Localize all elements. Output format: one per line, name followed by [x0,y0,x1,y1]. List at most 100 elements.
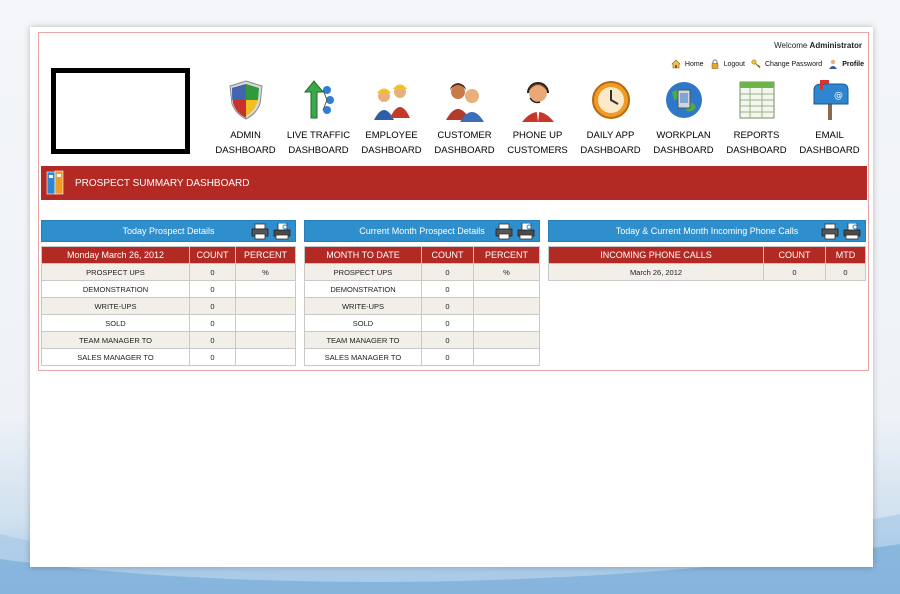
panel-header: Today Prospect Details [41,220,296,242]
count-cell: 0 [189,297,236,315]
printer-icon[interactable] [495,223,513,240]
row-label: SALES MANAGER TO [304,348,422,366]
company-logo-redacted [51,68,190,154]
headset-agent-icon [521,82,554,122]
percent-cell [235,348,296,366]
home-link[interactable]: Home [671,59,704,69]
nav-customer-dashboard[interactable]: CUSTOMER DASHBOARD [428,78,501,158]
lock-icon [711,59,718,69]
percent-cell [235,297,296,315]
count-cell: 0 [421,297,474,315]
logout-link[interactable]: Logout [710,59,745,69]
current-month-prospect-table: MONTH TO DATE COUNT PERCENT PROSPECT UPS… [304,246,540,366]
table-row: WRITE-UPS 0 [304,297,540,315]
dashboard-nav: ADMIN DASHBOARD LIVE TRAFFIC DASHBOARD E… [209,78,866,158]
nav-label: EMAIL DASHBOARD [799,130,860,156]
row-label: WRITE-UPS [41,297,190,315]
count-cell: 0 [189,348,236,366]
nav-reports-dashboard[interactable]: REPORTS DASHBOARD [720,78,793,158]
welcome-prefix: Welcome [774,41,808,50]
row-label: TEAM MANAGER TO [41,331,190,349]
top-links: Home Logout Change Password Profile [665,59,864,69]
network-arrow-icon [303,80,334,119]
svg-text:@: @ [834,91,843,101]
percent-cell [235,331,296,349]
table-row: March 26, 2012 0 0 [548,263,866,281]
nav-daily-app-dashboard[interactable]: DAILY APP DASHBOARD [574,78,647,158]
count-cell: 0 [421,348,474,366]
workers-icon [373,84,410,120]
clock-icon [591,81,630,119]
row-label: SALES MANAGER TO [41,348,190,366]
count-cell: 0 [189,331,236,349]
table-row: PROSPECT UPS 0% [304,263,540,281]
nav-label: REPORTS DASHBOARD [726,130,787,156]
nav-label: EMPLOYEE DASHBOARD [361,130,422,156]
column-header: Monday March 26, 2012 [41,246,190,264]
home-icon [671,59,681,69]
page-title: PROSPECT SUMMARY DASHBOARD [75,177,250,189]
print-preview-icon[interactable] [273,223,291,240]
current-month-prospect-panel: Current Month Prospect Details MONTH TO … [304,220,540,366]
binders-icon [46,170,64,195]
table-row: DEMONSTRATION 0 [304,280,540,298]
table-row: TEAM MANAGER TO 0 [304,331,540,349]
nav-label: CUSTOMER DASHBOARD [434,130,495,156]
table-header-row: INCOMING PHONE CALLS COUNT MTD [548,246,866,264]
percent-cell [473,297,540,315]
table-header-row: Monday March 26, 2012 COUNT PERCENT [41,246,296,264]
count-cell: 0 [421,331,474,349]
printer-icon[interactable] [821,223,839,240]
count-cell: 0 [421,263,474,281]
count-cell: 0 [421,280,474,298]
count-cell: 0 [189,263,236,281]
profile-link[interactable]: Profile [828,59,864,69]
percent-cell [473,314,540,332]
print-preview-icon[interactable] [517,223,535,240]
table-row: TEAM MANAGER TO 0 [41,331,296,349]
column-header: COUNT [189,246,236,264]
percent-cell [473,331,540,349]
panel-header: Today & Current Month Incoming Phone Cal… [548,220,866,242]
key-icon [751,59,761,69]
nav-label: ADMIN DASHBOARD [215,130,276,156]
mailbox-icon: @ [813,80,848,120]
print-preview-icon[interactable] [843,223,861,240]
today-prospect-panel: Today Prospect Details Monday March 26, … [41,220,296,366]
nav-label: LIVE TRAFFIC DASHBOARD [286,130,351,156]
percent-cell [235,314,296,332]
count-cell: 0 [763,263,826,281]
nav-email-dashboard[interactable]: @ EMAIL DASHBOARD [793,78,866,158]
panel-actions [247,223,291,240]
panel-actions [491,223,535,240]
spreadsheet-icon [739,81,774,119]
percent-cell [235,280,296,298]
table-row: PROSPECT UPS 0% [41,263,296,281]
nav-live-traffic-dashboard[interactable]: LIVE TRAFFIC DASHBOARD [282,78,355,158]
count-cell: 0 [189,280,236,298]
nav-admin-dashboard[interactable]: ADMIN DASHBOARD [209,78,282,158]
nav-phone-up-customers[interactable]: PHONE UP CUSTOMERS [501,78,574,158]
profile-link-label: Profile [842,60,864,68]
nav-workplan-dashboard[interactable]: WORKPLAN DASHBOARD [647,78,720,158]
column-header: COUNT [421,246,474,264]
home-link-label: Home [684,60,704,68]
date-cell: March 26, 2012 [548,263,764,281]
row-label: SOLD [41,314,190,332]
column-header: MONTH TO DATE [304,246,422,264]
incoming-phone-calls-table: INCOMING PHONE CALLS COUNT MTD March 26,… [548,246,866,281]
table-row: DEMONSTRATION 0 [41,280,296,298]
column-header: INCOMING PHONE CALLS [548,246,764,264]
printer-icon[interactable] [251,223,269,240]
percent-cell [473,280,540,298]
row-label: WRITE-UPS [304,297,422,315]
table-header-row: MONTH TO DATE COUNT PERCENT [304,246,540,264]
table-row: SOLD 0 [304,314,540,332]
nav-label: PHONE UP CUSTOMERS [507,130,568,156]
row-label: DEMONSTRATION [41,280,190,298]
column-header: COUNT [763,246,826,264]
nav-employee-dashboard[interactable]: EMPLOYEE DASHBOARD [355,78,428,158]
today-prospect-table: Monday March 26, 2012 COUNT PERCENT PROS… [41,246,296,366]
change-password-link[interactable]: Change Password [751,59,822,69]
row-label: TEAM MANAGER TO [304,331,422,349]
